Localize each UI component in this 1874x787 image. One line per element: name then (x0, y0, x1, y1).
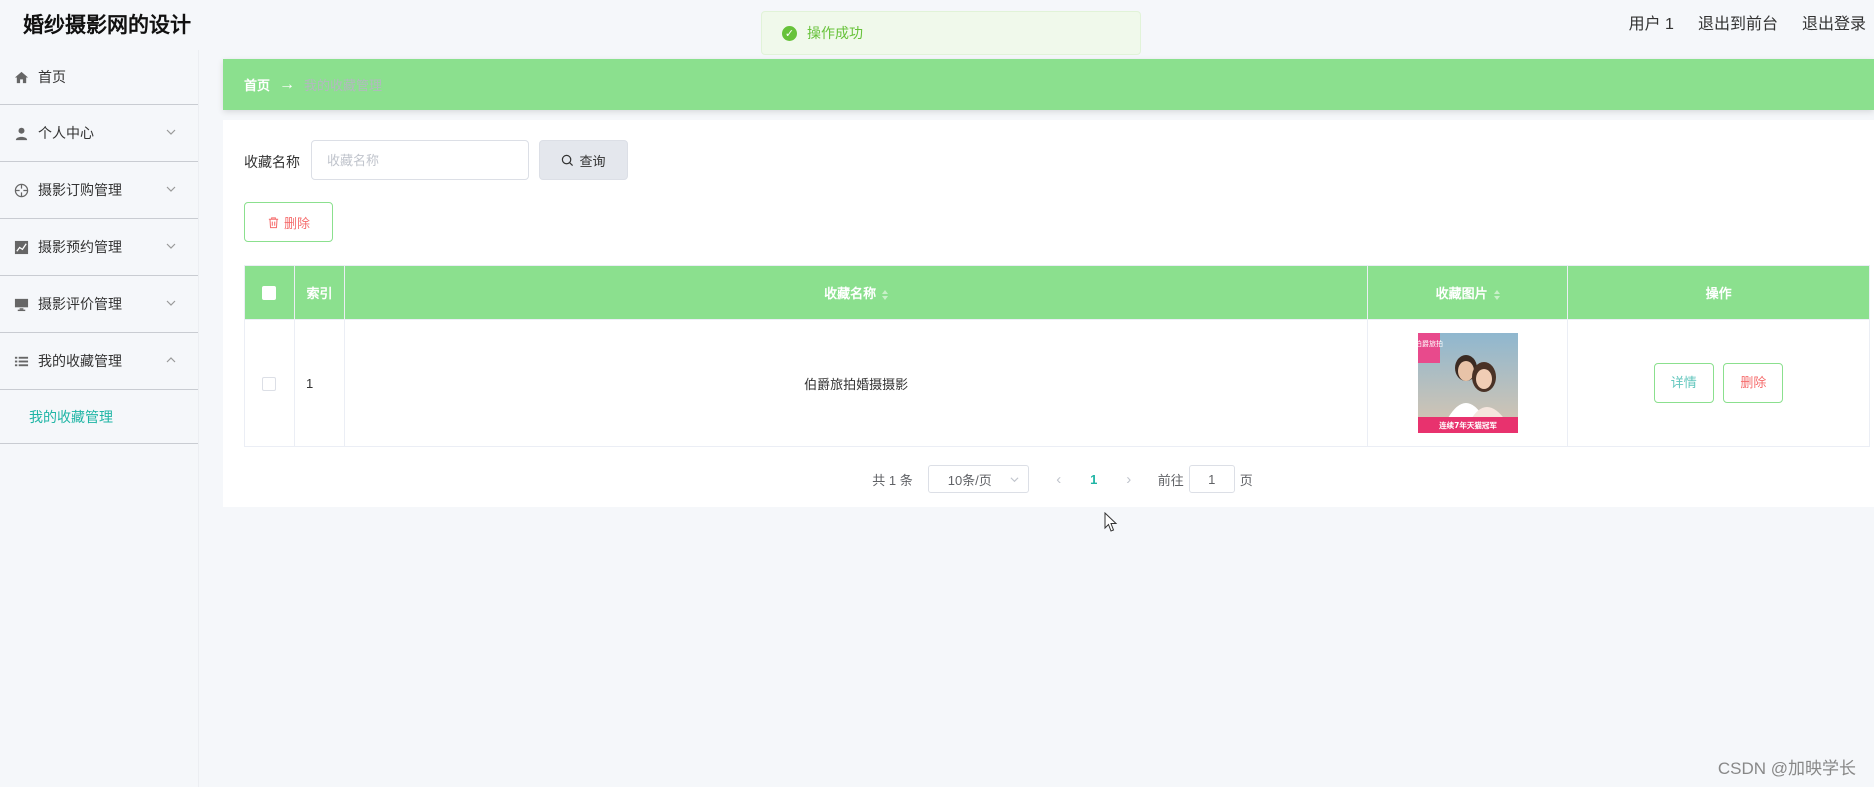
page-unit-label: 页 (1239, 472, 1253, 488)
breadcrumb-current: 我的收藏管理 (304, 78, 383, 93)
column-header-image-label: 收藏图片 (1435, 286, 1488, 301)
row-image-cell: 伯爵旅拍 连续7年天猫冠军 (1367, 319, 1569, 447)
column-header-image[interactable]: 收藏图片 (1367, 265, 1569, 320)
chevron-down-icon (1010, 477, 1019, 483)
trash-icon (268, 216, 279, 228)
sort-caret-icon[interactable] (1493, 289, 1500, 300)
query-button-label: 查询 (579, 153, 606, 169)
detail-button[interactable]: 详情 (1653, 363, 1714, 403)
sidebar-item-review-management[interactable]: 摄影评价管理 (0, 276, 198, 333)
row-checkbox[interactable] (262, 376, 277, 391)
row-index: 1 (293, 319, 345, 447)
column-header-actions: 操作 (1567, 265, 1870, 320)
sort-caret-icon[interactable] (882, 289, 889, 300)
column-header-name[interactable]: 收藏名称 (343, 265, 1369, 320)
search-label: 收藏名称 (244, 154, 300, 170)
breadcrumb-home[interactable]: 首页 (244, 75, 270, 94)
select-all-checkbox[interactable] (262, 286, 277, 301)
thumbnail-banner: 连续7年天猫冠军 (1439, 420, 1497, 430)
sidebar-item-label: 我的收藏管理 (38, 353, 122, 369)
app-title: 婚纱摄影网的设计 (23, 14, 191, 37)
page-size-value: 10条/页 (947, 472, 992, 488)
batch-delete-label: 删除 (283, 215, 310, 231)
row-favorite-name: 伯爵旅拍婚摄摄影 (343, 319, 1369, 447)
row-actions-cell: 详情 删除 (1567, 319, 1870, 447)
thumbnail-brand: 伯爵旅拍 (1418, 339, 1443, 348)
sidebar-item-label: 个人中心 (38, 125, 94, 141)
page-number-current[interactable]: 1 (1074, 472, 1114, 487)
pagination-total: 共 1 条 (872, 472, 913, 488)
chart-icon (14, 240, 29, 255)
chevron-down-icon (166, 243, 176, 249)
chevron-up-icon (166, 357, 176, 363)
sidebar-subitem-my-favorites[interactable]: 我的收藏管理 (0, 390, 198, 444)
query-button[interactable]: 查询 (539, 140, 628, 180)
check-circle-icon: ✓ (782, 25, 797, 41)
favorites-table: 索引 收藏名称 收藏图片 操作 1 伯爵旅拍婚摄摄影 伯爵旅拍 连续7年天猫冠军… (244, 265, 1870, 447)
logout-link[interactable]: 退出登录 (1802, 10, 1866, 34)
sidebar-item-personal-center[interactable]: 个人中心 (0, 105, 198, 162)
sidebar-item-label: 摄影评价管理 (38, 296, 122, 312)
home-icon (14, 70, 29, 85)
chevron-down-icon (166, 300, 176, 306)
chevron-down-icon (166, 129, 176, 135)
chevron-down-icon (166, 186, 176, 192)
sidebar-item-home[interactable]: 首页 (0, 50, 198, 105)
monitor-icon (14, 297, 29, 312)
list-icon (14, 354, 29, 369)
sidebar-item-order-management[interactable]: 摄影订购管理 (0, 162, 198, 219)
pagination: 共 1 条 10条/页 ‹ 1 › 前往 页 (223, 465, 1874, 493)
back-to-front-link[interactable]: 退出到前台 (1698, 10, 1778, 34)
mouse-cursor-icon (1104, 512, 1118, 532)
sidebar-item-label: 摄影预约管理 (38, 239, 122, 255)
user-icon (14, 126, 29, 141)
table-header-row: 索引 收藏名称 收藏图片 操作 (244, 265, 1870, 320)
batch-delete-button[interactable]: 删除 (244, 202, 333, 242)
column-header-name-label: 收藏名称 (824, 286, 877, 301)
goto-label: 前往 (1157, 472, 1184, 488)
current-user: 用户 1 (1628, 16, 1674, 33)
row-select-cell (244, 319, 295, 447)
sidebar-item-label: 摄影订购管理 (38, 182, 122, 198)
success-toast: ✓ 操作成功 (761, 11, 1141, 55)
row-delete-button[interactable]: 删除 (1723, 363, 1784, 403)
favorite-thumbnail[interactable]: 伯爵旅拍 连续7年天猫冠军 (1417, 333, 1518, 433)
sidebar: 首页 个人中心 摄影订购管理 摄影预约管理 摄影评价管理 我的收藏管理 我的收藏… (0, 50, 199, 787)
search-icon (562, 154, 574, 166)
next-page-button[interactable]: › (1114, 471, 1144, 488)
sidebar-item-favorites-management[interactable]: 我的收藏管理 (0, 333, 198, 390)
select-all-cell (244, 265, 295, 320)
search-input[interactable] (311, 140, 529, 180)
aperture-icon (14, 183, 29, 198)
table-row: 1 伯爵旅拍婚摄摄影 伯爵旅拍 连续7年天猫冠军 详情 删除 (244, 319, 1870, 447)
page-size-select[interactable]: 10条/页 (927, 465, 1029, 493)
toast-message: 操作成功 (807, 25, 863, 41)
goto-page-input[interactable] (1188, 465, 1235, 493)
sidebar-item-appointment-management[interactable]: 摄影预约管理 (0, 219, 198, 276)
arrow-right-icon: → (279, 75, 296, 93)
sidebar-item-label: 首页 (38, 69, 66, 85)
column-header-index: 索引 (293, 265, 345, 320)
breadcrumb: 首页 → 我的收藏管理 (223, 59, 1874, 110)
content-panel: 收藏名称 查询 删除 索引 收藏名称 收藏图片 操作 1 伯爵旅拍婚摄摄影 (223, 120, 1874, 507)
header-links: 用户 1 退出到前台 退出登录 (1629, 10, 1866, 34)
prev-page-button[interactable]: ‹ (1044, 471, 1074, 488)
watermark: CSDN @加映学长 (1717, 759, 1856, 778)
